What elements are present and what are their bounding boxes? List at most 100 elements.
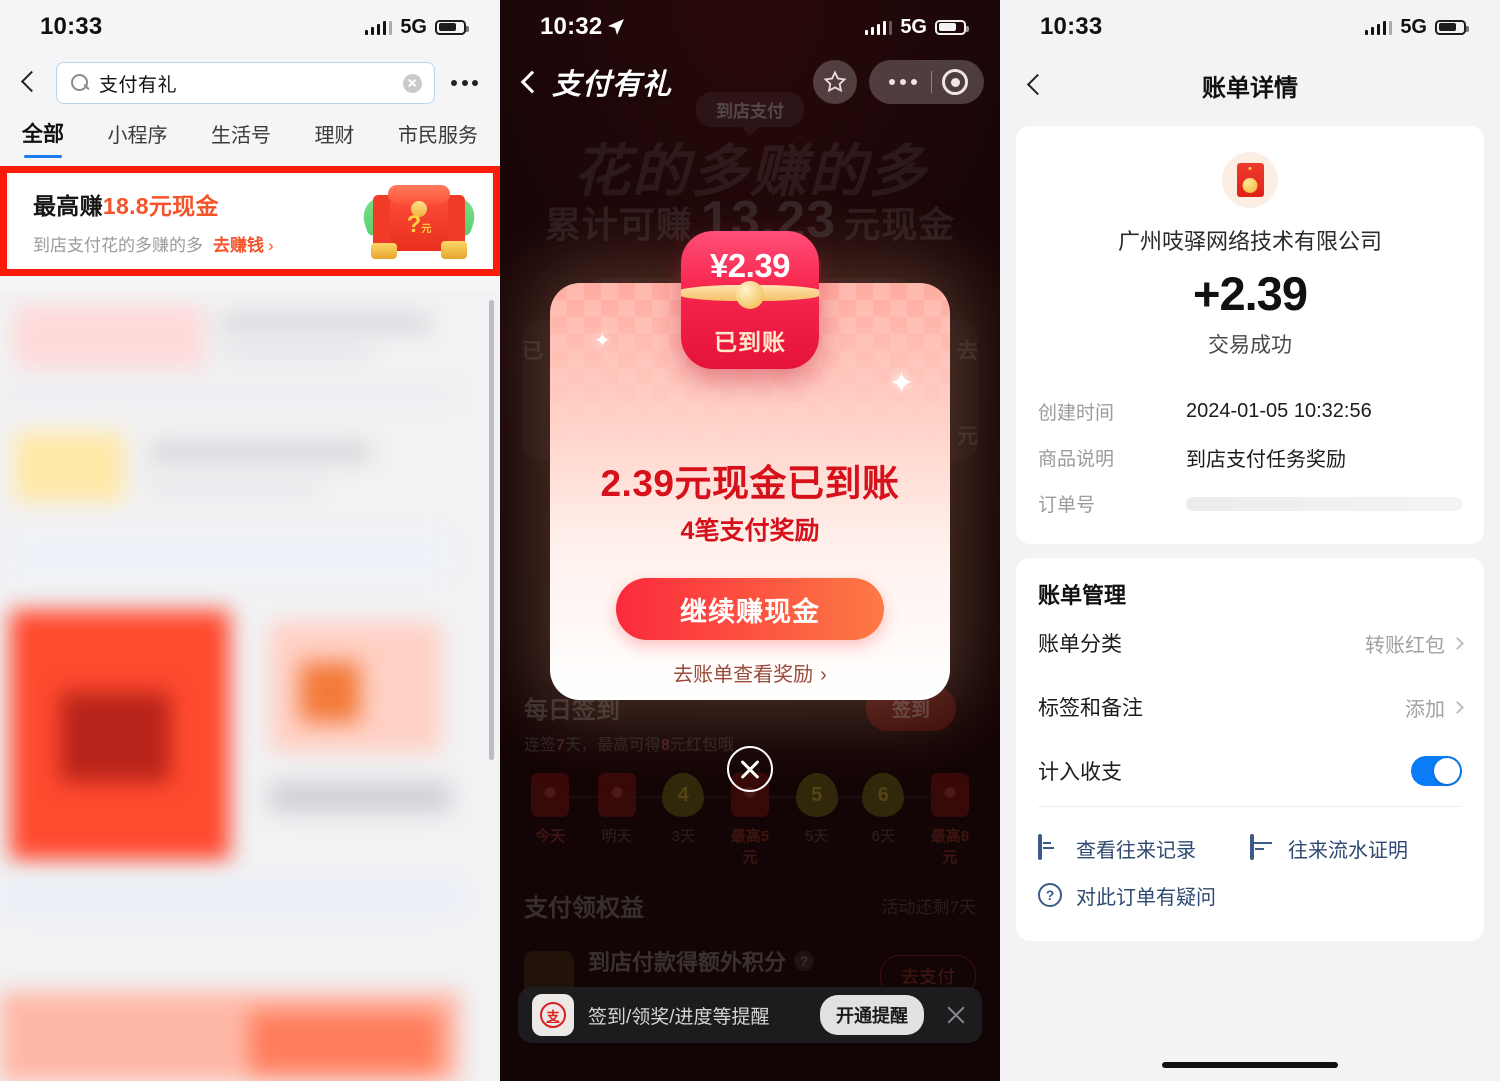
include-in-budget-toggle[interactable] — [1411, 756, 1462, 786]
modal-close-button[interactable] — [727, 746, 773, 792]
bill-field-value: 2024-01-05 10:32:56 — [1186, 400, 1372, 422]
management-row-value: 转账红包 — [1365, 634, 1445, 657]
merchant-name: 广州吱驿网络技术有限公司 — [1117, 229, 1382, 254]
promo-subtitle-row: 到店支付花的多赚的多 去赚钱 — [33, 231, 274, 256]
merchant-avatar — [1222, 152, 1278, 208]
modal-title: 2.39元现金已到账 — [600, 463, 900, 504]
search-input[interactable]: 支付有礼 — [56, 62, 435, 104]
doc-search-icon — [1038, 833, 1064, 862]
bill-amount: +2.39 — [1193, 267, 1308, 320]
bill-summary-card: 广州吱驿网络技术有限公司 +2.39 交易成功 创建时间 2024-01-05 … — [1016, 126, 1484, 544]
management-row-label: 账单分类 — [1038, 633, 1122, 656]
status-indicators: 5G — [364, 16, 469, 39]
page-title: 支付有礼 — [552, 69, 673, 101]
management-row-tags[interactable]: 标签和备注 添加 — [1038, 674, 1464, 738]
tab-miniprogram[interactable]: 小程序 — [108, 119, 168, 158]
action-view-records[interactable]: 查看往来记录 — [1038, 825, 1250, 872]
packet-status: 已到账 — [714, 329, 786, 355]
management-row-label: 计入收支 — [1038, 761, 1122, 784]
bill-field-value: 到店支付任务奖励 — [1186, 449, 1346, 471]
promo-banner[interactable]: 最高赚18.8元现金 到店支付花的多赚的多 去赚钱 ?元 — [9, 173, 491, 269]
status-bar-bill: 10:33 5G — [1000, 0, 1500, 54]
view-bill-link[interactable]: 去账单查看奖励 — [550, 658, 950, 687]
signal-bars-icon — [364, 20, 393, 35]
scrollbar[interactable] — [489, 300, 494, 760]
continue-earn-button[interactable]: 继续赚现金 — [616, 578, 884, 640]
doc-cert-icon — [1250, 833, 1276, 862]
bill-detail-panel: 10:33 5G 账单详情 广州吱驿网络技术有限公司 +2.39 交易成功 创建… — [1000, 0, 1500, 1081]
more-and-close-pill[interactable] — [868, 60, 984, 104]
action-label: 对此订单有疑问 — [1076, 887, 1216, 909]
bill-field-key: 订单号 — [1038, 495, 1096, 516]
bill-field-key: 创建时间 — [1038, 403, 1115, 424]
network-type-label: 5G — [900, 15, 927, 38]
more-options-icon[interactable] — [875, 79, 931, 85]
action-label: 往来流水证明 — [1288, 840, 1408, 862]
more-options-icon[interactable] — [449, 80, 478, 86]
status-time: 10:33 — [1040, 13, 1103, 40]
action-transaction-certificate[interactable]: 往来流水证明 — [1250, 825, 1462, 872]
header-actions — [812, 60, 984, 104]
enable-reminder-button[interactable]: 开通提醒 — [820, 995, 924, 1035]
modal-subtitle: 4笔支付奖励 — [680, 517, 820, 545]
tab-all[interactable]: 全部 — [22, 118, 64, 158]
tab-finance[interactable]: 理财 — [315, 119, 355, 158]
promo-subtitle: 到店支付花的多赚的多 — [33, 235, 203, 255]
management-row-include-in-budget[interactable]: 计入收支 — [1038, 738, 1462, 802]
management-title: 账单管理 — [1038, 583, 1127, 608]
three-panel-screenshot: 10:33 5G 支付有礼 全部 小程序 生活号 理财 市民服务 最高赚18.8… — [0, 0, 1500, 1081]
bill-field-value-redacted — [1186, 496, 1462, 511]
promo-text-block: 最高赚18.8元现金 到店支付花的多赚的多 去赚钱 — [33, 187, 274, 256]
battery-icon — [935, 19, 969, 35]
clear-icon[interactable] — [403, 73, 422, 93]
sparkle-icon: ✦ — [888, 367, 914, 400]
search-tabs: 全部 小程序 生活号 理财 市民服务 — [0, 104, 500, 158]
tab-lifeaccount[interactable]: 生活号 — [211, 119, 271, 158]
back-icon[interactable] — [516, 67, 542, 97]
bill-field-row: 商品说明 到店支付任务奖励 — [1038, 434, 1462, 481]
question-circle-icon: ? — [1038, 882, 1064, 909]
bill-status: 交易成功 — [1208, 334, 1292, 357]
red-packet-icon: ¥2.39 已到账 — [681, 231, 819, 369]
bill-field-row: 订单号 — [1038, 481, 1462, 526]
toast-text: 签到/领奖/进度等提醒 — [588, 1006, 770, 1028]
management-row-value: 添加 — [1405, 698, 1445, 721]
status-bar-search: 10:33 5G — [0, 0, 500, 54]
promo-cta-link[interactable]: 去赚钱 — [213, 231, 274, 256]
bill-actions: 查看往来记录 往来流水证明 ? 对此订单有疑问 — [1038, 807, 1462, 933]
page-title: 账单详情 — [1202, 74, 1298, 102]
campaign-header: 支付有礼 — [500, 54, 1000, 104]
back-icon[interactable] — [16, 70, 42, 96]
favorite-star-icon[interactable] — [812, 60, 857, 104]
close-target-icon[interactable] — [942, 69, 968, 95]
signal-bars-icon — [864, 20, 893, 35]
search-icon — [71, 74, 89, 92]
bill-field-row: 创建时间 2024-01-05 10:32:56 — [1038, 389, 1462, 434]
management-row-value-wrap: 转账红包 — [1365, 629, 1464, 658]
action-label: 查看往来记录 — [1076, 840, 1196, 862]
search-row: 支付有礼 — [0, 54, 500, 104]
bill-management-card: 账单管理 账单分类 转账红包 标签和备注 添加 计入收支 查看往来记录 往来流水… — [1016, 558, 1484, 941]
promo-banner-highlight: 最高赚18.8元现金 到店支付花的多赚的多 去赚钱 ?元 — [0, 166, 500, 276]
action-order-question[interactable]: ? 对此订单有疑问 — [1038, 872, 1462, 919]
signal-bars-icon — [1364, 20, 1393, 35]
battery-icon — [1435, 19, 1469, 35]
toast-close-icon[interactable] — [944, 1003, 968, 1027]
management-row-value-wrap: 添加 — [1405, 693, 1464, 722]
blurred-search-results[interactable] — [0, 292, 500, 1081]
reminder-toast: 支 签到/领奖/进度等提醒 开通提醒 — [518, 987, 982, 1043]
packet-amount: ¥2.39 — [709, 247, 791, 284]
red-packet-icon: ?元 — [358, 183, 480, 259]
campaign-panel: 10:32 5G 支付有礼 到店 — [500, 0, 1000, 1081]
back-icon[interactable] — [1022, 72, 1048, 98]
management-row-label: 标签和备注 — [1038, 697, 1143, 720]
management-row-category[interactable]: 账单分类 转账红包 — [1038, 610, 1464, 674]
location-arrow-icon — [608, 19, 625, 35]
coupon-question-mark: ?元 — [406, 211, 432, 238]
alipay-app-icon: 支 — [532, 994, 574, 1036]
tab-citizen-services[interactable]: 市民服务 — [398, 119, 478, 158]
bill-field-key: 商品说明 — [1038, 449, 1115, 470]
status-time: 10:32 — [540, 13, 603, 40]
battery-icon — [435, 19, 469, 35]
reward-modal: ✦ ✦ ¥2.39 已到账 2.39元现金已到账 4笔支付奖励 继续赚现金 去账… — [550, 231, 950, 700]
